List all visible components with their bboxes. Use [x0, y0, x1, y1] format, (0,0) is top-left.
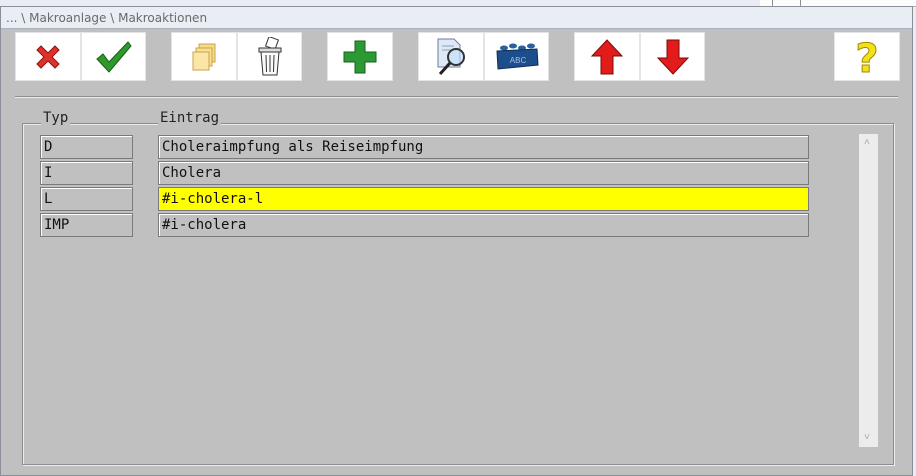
svg-text:ABC: ABC	[509, 56, 526, 65]
confirm-button[interactable]	[81, 32, 146, 81]
red-arrow-up-icon	[590, 38, 624, 74]
stack-icon	[192, 43, 216, 70]
row-2-eintrag[interactable]: Cholera	[158, 161, 809, 185]
title-bar: ... \ Makroanlage \ Makroaktionen	[1, 7, 912, 29]
move-up-button[interactable]	[574, 32, 640, 81]
green-check-icon	[95, 40, 132, 73]
green-plus-icon	[343, 40, 377, 73]
row-4-eintrag[interactable]: #i-cholera	[158, 213, 809, 237]
window-title: ... \ Makroanlage \ Makroaktionen	[6, 11, 208, 25]
macro-actions-window: ... \ Makroanlage \ Makroaktionen ABC ? …	[0, 6, 913, 476]
red-x-icon	[36, 44, 60, 69]
magnifier-icon	[437, 38, 465, 75]
row-4-typ[interactable]: IMP	[40, 213, 133, 237]
column-header-eintrag: Eintrag	[158, 110, 222, 126]
abc-block-button[interactable]: ABC	[484, 32, 549, 81]
svg-text:?: ?	[855, 36, 878, 78]
yellow-question-icon: ?	[855, 36, 879, 78]
copy-button[interactable]	[171, 32, 237, 81]
row-3-eintrag[interactable]: #i-cholera-l	[158, 187, 809, 211]
add-button[interactable]	[327, 32, 393, 81]
help-button[interactable]: ?	[834, 32, 900, 81]
row-1-typ[interactable]: D	[40, 135, 133, 159]
vertical-scrollbar[interactable]: ˄ ˅	[859, 134, 878, 447]
row-1-eintrag[interactable]: Choleraimpfung als Reiseimpfung	[158, 135, 809, 159]
red-arrow-down-icon	[656, 39, 689, 75]
cancel-button[interactable]	[15, 32, 81, 81]
blue-abc-brick-icon: ABC	[495, 43, 539, 70]
scroll-up-arrow[interactable]: ˄	[864, 138, 870, 148]
trash-icon	[258, 36, 281, 75]
toolbar-separator	[15, 96, 898, 98]
row-2-typ[interactable]: I	[40, 161, 133, 185]
delete-button[interactable]	[237, 32, 302, 81]
toolbar: ABC ?	[1, 29, 914, 85]
row-3-typ[interactable]: L	[40, 187, 133, 211]
move-down-button[interactable]	[640, 32, 705, 81]
column-header-typ: Typ	[41, 110, 71, 126]
scroll-down-arrow[interactable]: ˅	[864, 433, 870, 443]
search-button[interactable]	[418, 32, 484, 81]
